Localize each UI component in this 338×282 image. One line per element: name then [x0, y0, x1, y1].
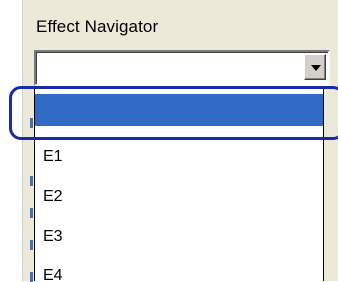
- effect-dropdown-list[interactable]: E1 E2 E3 E4: [34, 86, 324, 281]
- list-item-label: E2: [43, 188, 63, 205]
- list-item-label: E3: [43, 228, 63, 245]
- combo-dropdown-button[interactable]: [304, 54, 326, 80]
- list-item-label: E4: [43, 267, 63, 281]
- list-item-e4[interactable]: E4: [35, 260, 323, 281]
- panel-title: Effect Navigator: [36, 17, 159, 36]
- list-item-e1[interactable]: E1: [35, 141, 323, 173]
- list-item-empty[interactable]: [35, 94, 323, 126]
- edge-mark: [30, 208, 33, 218]
- list-item-e3[interactable]: E3: [35, 221, 323, 253]
- list-item-e2[interactable]: E2: [35, 181, 323, 213]
- effect-combo-box[interactable]: [34, 50, 330, 86]
- edge-mark: [30, 240, 33, 250]
- edge-mark: [30, 176, 33, 186]
- edge-mark: [30, 118, 33, 128]
- chevron-down-icon: [311, 65, 321, 71]
- list-item-label: E1: [43, 148, 63, 165]
